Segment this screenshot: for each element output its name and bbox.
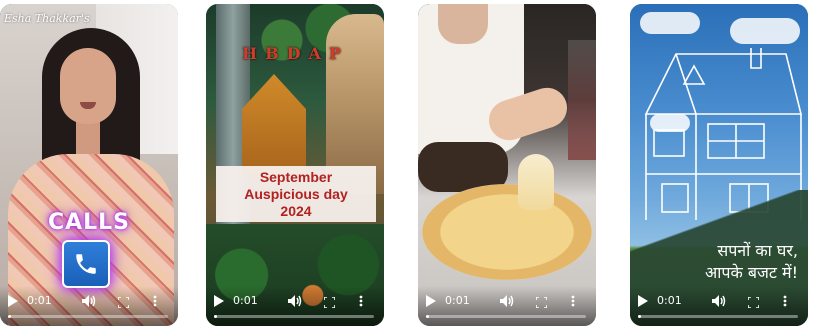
video-frame[interactable]: सपनों का घर, आपके बजट में!: [630, 4, 808, 326]
temple-painting: [242, 74, 306, 174]
video-controls: 0:01: [206, 286, 384, 326]
progress-bar[interactable]: [214, 315, 374, 318]
caption-line-occasion: Auspicious day: [244, 185, 348, 202]
tagline-line-1: सपनों का घर,: [717, 241, 798, 260]
baked-cheese-dish: [422, 184, 592, 280]
video-controls: 0:01: [0, 286, 178, 326]
time-display: 0:01: [233, 294, 258, 307]
fullscreen-icon[interactable]: [117, 296, 129, 308]
video-card-4[interactable]: सपनों का घर, आपके बजट में! 0:01: [630, 4, 808, 326]
more-vert-icon[interactable]: [780, 294, 790, 308]
calls-caption: CALLS: [47, 210, 131, 235]
cheese-pull: [518, 154, 554, 210]
play-icon[interactable]: [213, 294, 225, 308]
play-icon[interactable]: [7, 294, 19, 308]
progress-fill: [8, 315, 12, 318]
progress-fill: [214, 315, 218, 318]
fullscreen-icon[interactable]: [323, 296, 335, 308]
video-card-3[interactable]: 0:01: [418, 4, 596, 326]
video-card-2[interactable]: HBDAP September Auspicious day 2024 0:01: [206, 4, 384, 326]
more-vert-icon[interactable]: [150, 294, 160, 308]
video-controls: 0:01: [630, 286, 808, 326]
volume-icon[interactable]: [82, 294, 96, 308]
channel-logo: Esha Thakkar's: [4, 12, 90, 25]
tagline-line-2: आपके बजट में!: [705, 263, 798, 282]
cloud: [730, 18, 800, 44]
caption-line-year: 2024: [280, 202, 312, 219]
play-icon[interactable]: [425, 294, 437, 308]
more-vert-icon[interactable]: [356, 294, 366, 308]
progress-bar[interactable]: [8, 315, 168, 318]
time-display: 0:01: [657, 294, 682, 307]
fullscreen-icon[interactable]: [747, 296, 759, 308]
video-frame[interactable]: Esha Thakkar's CALLS: [0, 4, 178, 326]
time-display: 0:01: [445, 294, 470, 307]
video-controls: 0:01: [418, 286, 596, 326]
presenter-face: [60, 48, 116, 124]
caption-line-month: September: [259, 168, 333, 185]
progress-bar[interactable]: [426, 315, 586, 318]
date-caption-panel: September Auspicious day 2024: [216, 166, 376, 222]
tagline-text: सपनों का घर, आपके बजट में!: [705, 240, 798, 284]
more-vert-icon[interactable]: [568, 294, 578, 308]
phone-icon: [62, 240, 110, 288]
cloud: [640, 12, 700, 34]
video-frame[interactable]: [418, 4, 596, 326]
play-icon[interactable]: [637, 294, 649, 308]
volume-icon[interactable]: [288, 294, 302, 308]
progress-bar[interactable]: [638, 315, 798, 318]
time-display: 0:01: [27, 294, 52, 307]
volume-icon[interactable]: [712, 294, 726, 308]
painted-title-text: HBDAP: [242, 44, 349, 63]
wine-glass: [568, 40, 596, 160]
progress-fill: [638, 315, 642, 318]
video-strip: Esha Thakkar's CALLS 0:01 HBDAP Septembe…: [0, 0, 816, 329]
diner-neck: [438, 4, 488, 44]
progress-fill: [426, 315, 430, 318]
volume-icon[interactable]: [500, 294, 514, 308]
fullscreen-icon[interactable]: [535, 296, 547, 308]
video-card-1[interactable]: Esha Thakkar's CALLS 0:01: [0, 4, 178, 326]
video-frame[interactable]: HBDAP September Auspicious day 2024: [206, 4, 384, 326]
